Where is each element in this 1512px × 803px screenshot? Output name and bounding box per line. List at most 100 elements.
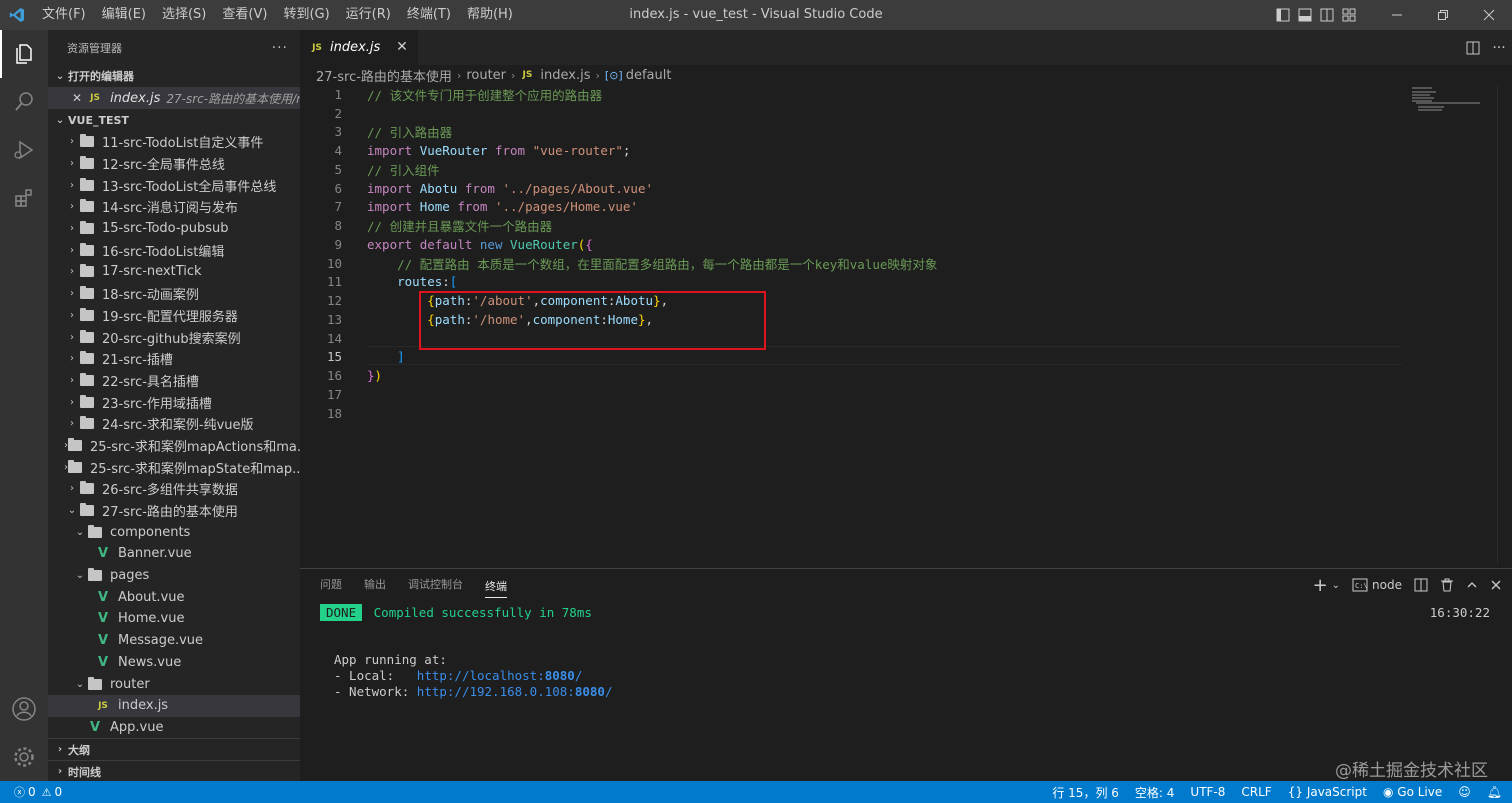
code-line[interactable]: 6 import Abotu from '../pages/About.vue': [300, 179, 1500, 198]
network-url[interactable]: http://192.168.0.108:: [417, 684, 575, 699]
menu-edit[interactable]: 编辑(E): [94, 0, 154, 30]
gear-icon[interactable]: [0, 733, 48, 781]
tree-folder[interactable]: › 26-src-多组件共享数据: [48, 478, 300, 500]
code-line[interactable]: 11 routes:[: [300, 273, 1500, 292]
editor-scrollbar[interactable]: [1497, 85, 1512, 565]
outline-section[interactable]: › 大纲: [48, 738, 300, 760]
feedback-icon[interactable]: ☺: [1458, 785, 1471, 799]
close-panel-icon[interactable]: [1490, 579, 1502, 591]
tree-folder[interactable]: › 12-src-全局事件总线: [48, 153, 300, 175]
local-port[interactable]: 8080: [545, 668, 575, 683]
maximize-panel-icon[interactable]: [1466, 579, 1478, 591]
restore-icon[interactable]: [1420, 0, 1466, 30]
open-editor-item[interactable]: ✕ JS index.js 27-src-路由的基本使用/ro...: [48, 87, 300, 109]
toggle-sidebar-icon[interactable]: [1272, 0, 1294, 30]
menu-go[interactable]: 转到(G): [275, 0, 337, 30]
breadcrumb-folder[interactable]: 27-src-路由的基本使用: [316, 66, 452, 85]
menu-selection[interactable]: 选择(S): [154, 0, 214, 30]
menu-file[interactable]: 文件(F): [34, 0, 94, 30]
breadcrumb-router[interactable]: router: [466, 68, 506, 83]
tab-output[interactable]: 输出: [364, 569, 386, 601]
language-mode[interactable]: {} JavaScript: [1288, 785, 1367, 799]
terminal-output[interactable]: DONE Compiled successfully in 78ms 16:30…: [320, 604, 1500, 700]
code-line[interactable]: 7 import Home from '../pages/Home.vue': [300, 198, 1500, 217]
url-slash[interactable]: /: [605, 684, 613, 699]
indentation[interactable]: 空格: 4: [1135, 784, 1175, 801]
split-terminal-icon[interactable]: [1414, 578, 1428, 592]
bell-icon[interactable]: 🔔︎: [1487, 785, 1502, 799]
local-url[interactable]: http://localhost:: [417, 668, 545, 683]
go-live-button[interactable]: ◉ Go Live: [1383, 785, 1442, 799]
customize-layout-icon[interactable]: [1338, 0, 1360, 30]
trash-icon[interactable]: [1440, 578, 1454, 592]
menu-help[interactable]: 帮助(H): [459, 0, 521, 30]
timeline-section[interactable]: › 时间线: [48, 760, 300, 781]
minimap[interactable]: [1410, 85, 1496, 115]
toggle-panel-icon[interactable]: [1294, 0, 1316, 30]
extensions-icon[interactable]: [0, 174, 48, 222]
tree-file-banner[interactable]: V Banner.vue: [48, 543, 300, 565]
tree-folder[interactable]: › 21-src-插槽: [48, 348, 300, 370]
tree-folder[interactable]: › 20-src-github搜索案例: [48, 326, 300, 348]
tree-folder[interactable]: › 17-src-nextTick: [48, 261, 300, 283]
account-icon[interactable]: [0, 685, 48, 733]
tree-folder[interactable]: ⌄ 27-src-路由的基本使用: [48, 500, 300, 522]
add-terminal-icon[interactable]: +: [1313, 575, 1328, 596]
tree-folder[interactable]: › 14-src-消息订阅与发布: [48, 196, 300, 218]
breadcrumb-symbol[interactable]: default: [626, 68, 672, 83]
project-header[interactable]: ⌄ VUE_TEST: [48, 109, 300, 131]
network-port[interactable]: 8080: [575, 684, 605, 699]
menu-run[interactable]: 运行(R): [338, 0, 399, 30]
code-line[interactable]: 3 // 引入路由器: [300, 123, 1500, 142]
code-line[interactable]: 2: [300, 104, 1500, 123]
code-line[interactable]: 10 // 配置路由 本质是一个数组，在里面配置多组路由，每一个路由都是一个ke…: [300, 254, 1500, 273]
tree-folder[interactable]: › 18-src-动画案例: [48, 283, 300, 305]
tab-debug-console[interactable]: 调试控制台: [408, 569, 463, 601]
close-icon[interactable]: ✕: [394, 39, 410, 55]
tree-folder-pages[interactable]: ⌄ pages: [48, 565, 300, 587]
code-line[interactable]: 8 // 创建并且暴露文件一个路由器: [300, 216, 1500, 235]
code-line[interactable]: 9 export default new VueRouter({: [300, 235, 1500, 254]
breadcrumb-file[interactable]: index.js: [540, 68, 590, 83]
tree-file-about[interactable]: V About.vue: [48, 586, 300, 608]
tree-file-message[interactable]: V Message.vue: [48, 630, 300, 652]
terminal-shell-name[interactable]: node: [1372, 578, 1402, 592]
tab-index-js[interactable]: JS index.js ✕: [300, 30, 418, 65]
terminal-shell-icon[interactable]: C:\: [1352, 578, 1368, 592]
code-line[interactable]: 15 ]: [300, 348, 1500, 367]
tree-folder[interactable]: › 16-src-TodoList编辑: [48, 239, 300, 261]
tree-file-app[interactable]: V App.vue: [48, 717, 300, 739]
menu-terminal[interactable]: 终端(T): [399, 0, 459, 30]
search-icon[interactable]: [0, 78, 48, 126]
split-editor-icon[interactable]: [1460, 35, 1486, 61]
explorer-icon[interactable]: [0, 30, 48, 78]
cursor-position[interactable]: 行 15，列 6: [1052, 784, 1119, 801]
tree-folder-router[interactable]: ⌄ router: [48, 673, 300, 695]
run-debug-icon[interactable]: [0, 126, 48, 174]
close-icon[interactable]: ✕: [72, 91, 82, 105]
problems-status[interactable]: ⓧ 0 ⚠ 0: [0, 784, 62, 800]
code-line[interactable]: 4 import VueRouter from "vue-router";: [300, 141, 1500, 160]
chevron-down-icon[interactable]: ⌄: [1332, 580, 1340, 591]
encoding[interactable]: UTF-8: [1190, 785, 1225, 799]
tree-folder[interactable]: › 11-src-TodoList自定义事件: [48, 131, 300, 153]
more-actions-icon[interactable]: ···: [1486, 35, 1512, 61]
tree-folder[interactable]: › 24-src-求和案例-纯vue版: [48, 413, 300, 435]
line-ending[interactable]: CRLF: [1241, 785, 1271, 799]
tree-folder[interactable]: › 15-src-Todo-pubsub: [48, 218, 300, 240]
tree-file-news[interactable]: V News.vue: [48, 652, 300, 674]
code-line[interactable]: 1 // 该文件专门用于创建整个应用的路由器: [300, 85, 1500, 104]
tree-folder[interactable]: › 13-src-TodoList全局事件总线: [48, 174, 300, 196]
minimize-icon[interactable]: [1374, 0, 1420, 30]
tree-file-index[interactable]: JS index.js: [48, 694, 300, 717]
tree-folder[interactable]: › 19-src-配置代理服务器: [48, 305, 300, 327]
tree-file-home[interactable]: V Home.vue: [48, 608, 300, 630]
url-slash[interactable]: /: [575, 668, 583, 683]
code-line[interactable]: 18: [300, 404, 1500, 423]
tree-folder[interactable]: › 23-src-作用域插槽: [48, 391, 300, 413]
more-actions-icon[interactable]: ···: [272, 40, 288, 56]
tab-terminal[interactable]: 终端: [485, 572, 507, 598]
close-window-icon[interactable]: [1466, 0, 1512, 30]
code-line[interactable]: 16}): [300, 366, 1500, 385]
tree-folder[interactable]: › 25-src-求和案例mapActions和ma...: [48, 435, 300, 457]
